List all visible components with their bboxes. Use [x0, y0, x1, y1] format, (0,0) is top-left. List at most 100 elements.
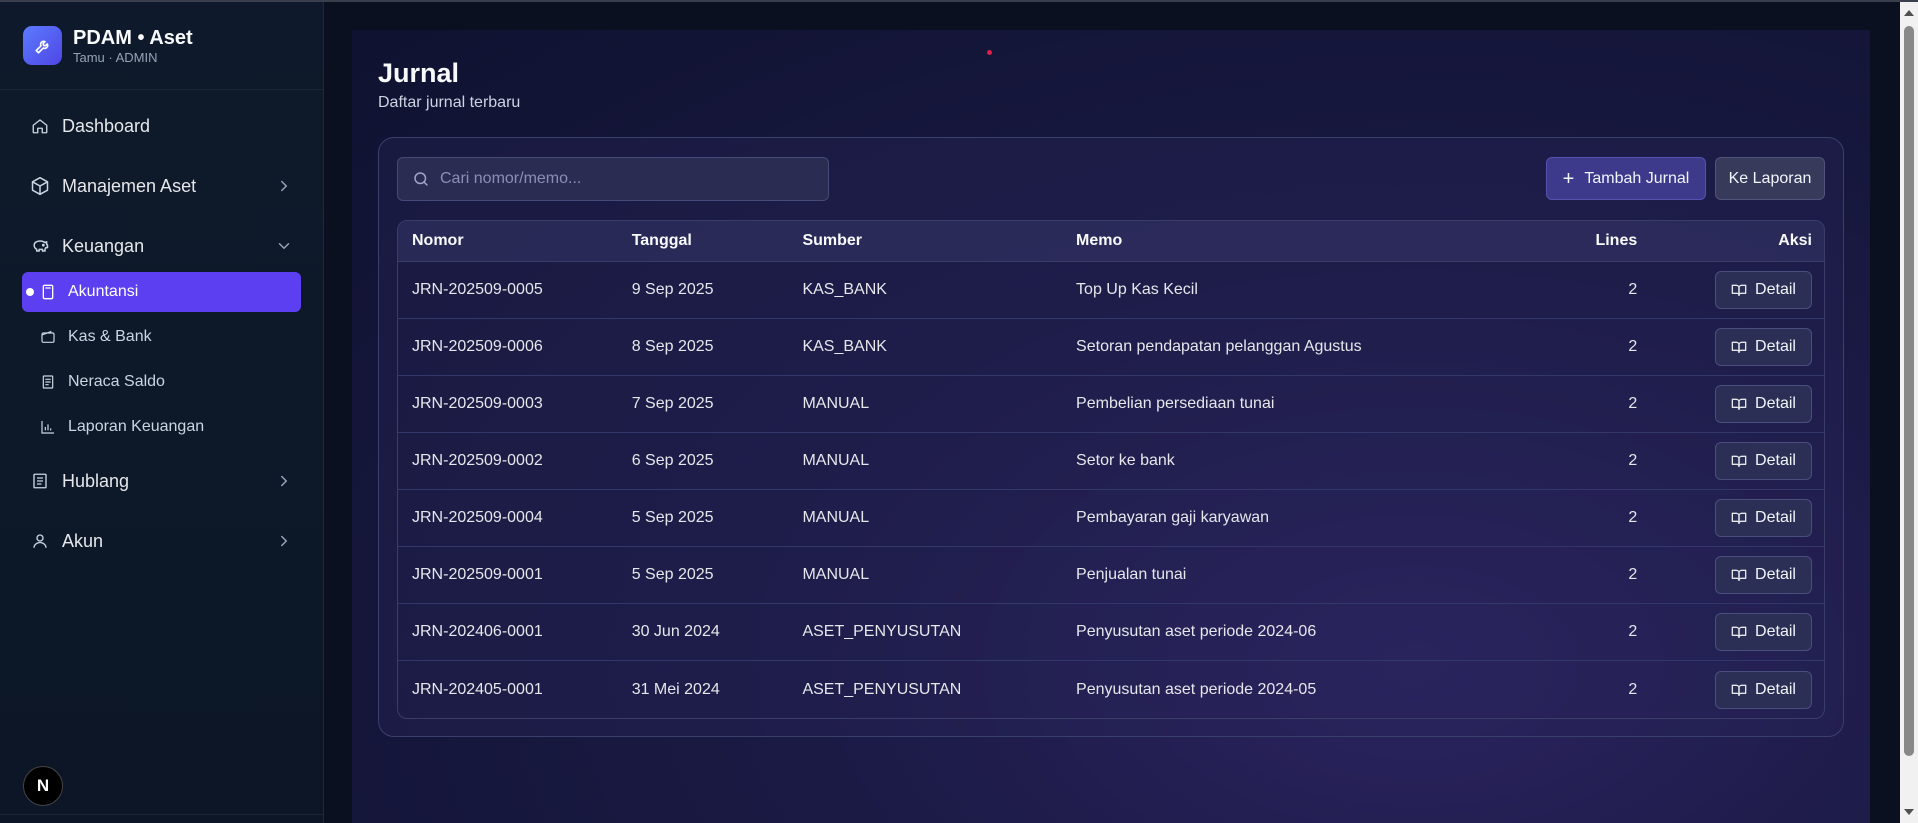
cell-nomor: JRN-202406-0001 [412, 623, 543, 640]
sidebar-item-keuangan[interactable]: Keuangan [22, 226, 301, 266]
cell-lines: 2 [1628, 338, 1638, 355]
cell-nomor: JRN-202509-0005 [412, 281, 543, 298]
book-open-icon [1731, 512, 1747, 524]
cell-sumber: MANUAL [802, 509, 870, 526]
sidebar-item-hublang[interactable]: Hublang [22, 461, 301, 501]
cell-sumber: ASET_PENYUSUTAN [802, 623, 962, 640]
header-lines: Lines [1595, 232, 1638, 249]
scroll-up-arrow[interactable] [1904, 10, 1914, 16]
cell-nomor: JRN-202509-0002 [412, 452, 543, 469]
cell-memo: Penyusutan aset periode 2024-05 [1076, 680, 1317, 698]
indicator-dot [987, 50, 992, 55]
cell-lines: 2 [1628, 395, 1638, 412]
table-row: JRN-202406-0001 30 Jun 2024 ASET_PENYUSUTA… [398, 604, 1824, 661]
book-open-icon [1731, 455, 1747, 467]
detail-button[interactable]: Detail [1715, 499, 1812, 537]
cell-aksi: Detail [1637, 385, 1824, 423]
scroll-down-arrow[interactable] [1904, 809, 1914, 815]
header-memo: Memo [1076, 232, 1123, 249]
sidebar-item-label: Keuangan [62, 235, 145, 256]
cell-lines: 2 [1628, 452, 1638, 469]
package-icon [30, 176, 50, 196]
home-icon [30, 116, 50, 136]
sidebar-item-akuntansi[interactable]: Akuntansi [22, 272, 301, 312]
detail-button[interactable]: Detail [1715, 271, 1812, 309]
file-text-icon [40, 374, 56, 390]
cell-memo: Setoran pendapatan pelanggan Agustus [1076, 338, 1362, 355]
detail-button[interactable]: Detail [1715, 556, 1812, 594]
cell-nomor: JRN-202509-0003 [412, 395, 543, 412]
scroll-thumb[interactable] [1904, 26, 1914, 756]
cell-aksi: Detail [1637, 613, 1824, 651]
document-icon [30, 471, 50, 491]
search-input[interactable] [440, 170, 820, 188]
book-open-icon [1731, 284, 1747, 296]
cell-nomor: JRN-202509-0004 [412, 509, 543, 526]
chevron-right-icon [281, 475, 288, 487]
page-scrollbar[interactable] [1900, 2, 1918, 823]
cell-tanggal: 5 Sep 2025 [631, 509, 714, 526]
sidebar-item-manajemen-aset[interactable]: Manajemen Aset [22, 166, 301, 206]
chevron-down-icon [278, 243, 290, 250]
sidebar-item-kas-bank[interactable]: Kas & Bank [22, 317, 301, 357]
brand[interactable]: PDAM • Aset Tamu · ADMIN [0, 2, 323, 90]
cell-sumber: KAS_BANK [802, 338, 887, 355]
table-row: JRN-202509-0002 6 Sep 2025 MANUAL Setor ke … [398, 433, 1824, 490]
cell-lines: 2 [1628, 680, 1638, 698]
table-body: JRN-202509-0005 9 Sep 2025 KAS_BANK Top Up … [398, 262, 1824, 718]
chevron-right-icon [281, 535, 288, 547]
detail-label: Detail [1755, 338, 1796, 355]
sidebar-item-label: Akun [62, 530, 104, 551]
to-report-button[interactable]: Ke Laporan [1715, 157, 1825, 200]
cell-sumber: ASET_PENYUSUTAN [802, 680, 962, 698]
page-subtitle: Daftar jurnal terbaru [378, 94, 521, 111]
sidebar-item-dashboard[interactable]: Dashboard [22, 106, 301, 146]
brand-subtitle: Tamu · ADMIN [73, 49, 158, 65]
user-icon [30, 531, 50, 551]
detail-button[interactable]: Detail [1715, 442, 1812, 480]
sidebar-nav: Dashboard Manajemen Aset Keuangan Akunta… [0, 90, 323, 561]
active-indicator [26, 288, 34, 296]
sidebar-item-neraca-saldo[interactable]: Neraca Saldo [22, 362, 301, 402]
detail-button[interactable]: Detail [1715, 670, 1812, 709]
book-open-icon [1731, 398, 1747, 410]
piggy-bank-icon [30, 236, 50, 256]
sidebar-item-label: Hublang [62, 470, 130, 491]
wrench-icon [23, 26, 62, 65]
sidebar: PDAM • Aset Tamu · ADMIN Dashboard Manaj… [0, 2, 324, 823]
next-dev-badge[interactable]: N [23, 766, 63, 806]
cell-tanggal: 9 Sep 2025 [631, 281, 714, 298]
sidebar-item-label: Dashboard [62, 115, 151, 136]
header-sumber: Sumber [802, 232, 863, 249]
detail-button[interactable]: Detail [1715, 385, 1812, 423]
detail-label: Detail [1755, 566, 1796, 583]
sidebar-item-label: Kas & Bank [68, 328, 152, 345]
cell-tanggal: 31 Mei 2024 [631, 680, 720, 698]
header-tanggal: Tanggal [631, 232, 692, 249]
detail-button[interactable]: Detail [1715, 328, 1812, 366]
book-open-icon [1731, 341, 1747, 353]
cell-sumber: KAS_BANK [802, 281, 887, 298]
table-row: JRN-202509-0001 5 Sep 2025 MANUAL Penjualan… [398, 547, 1824, 604]
detail-label: Detail [1755, 395, 1796, 412]
add-journal-button[interactable]: + Tambah Jurnal [1546, 157, 1706, 200]
header-aksi: Aksi [1778, 232, 1812, 249]
cell-aksi: Detail [1637, 328, 1824, 366]
sidebar-item-label: Akuntansi [68, 283, 139, 300]
table-row: JRN-202509-0005 9 Sep 2025 KAS_BANK Top Up … [398, 262, 1824, 319]
jurnal-card: + Tambah Jurnal Ke Laporan Nomor Tanggal… [378, 137, 1844, 737]
cell-sumber: MANUAL [802, 395, 870, 412]
plus-icon: + [1562, 167, 1575, 190]
search-box[interactable] [397, 157, 829, 201]
cell-memo: Setor ke bank [1076, 452, 1175, 469]
cell-aksi: Detail [1637, 499, 1824, 537]
cell-nomor: JRN-202509-0006 [412, 338, 543, 355]
sidebar-item-akun[interactable]: Akun [22, 521, 301, 561]
detail-label: Detail [1755, 509, 1796, 526]
detail-button[interactable]: Detail [1715, 613, 1812, 651]
cell-aksi: Detail [1637, 670, 1824, 709]
cell-memo: Pembelian persediaan tunai [1076, 395, 1275, 412]
sidebar-item-laporan-keuangan[interactable]: Laporan Keuangan [22, 407, 301, 447]
cell-memo: Penjualan tunai [1076, 566, 1187, 583]
cell-sumber: MANUAL [802, 452, 870, 469]
